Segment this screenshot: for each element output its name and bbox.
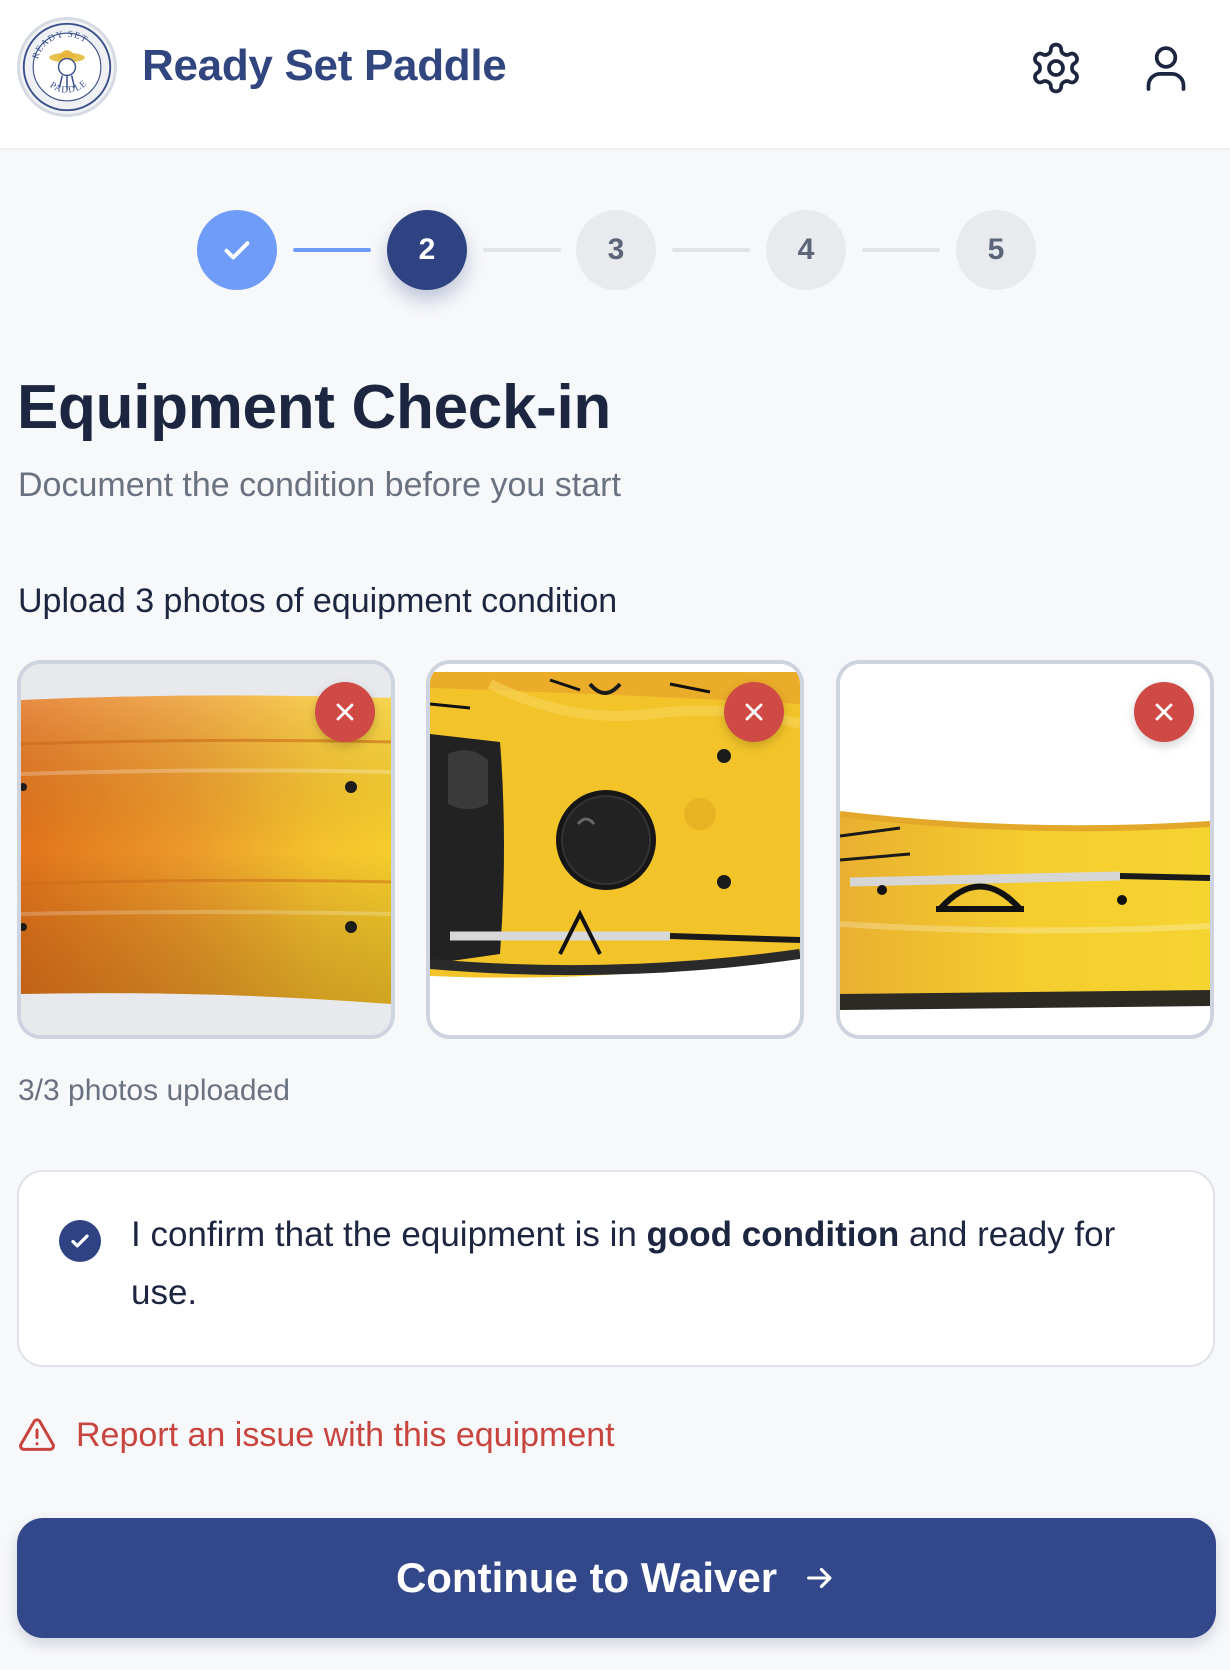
photo-thumbnail-2[interactable] [426,660,804,1039]
step-4: 4 [766,210,846,290]
remove-photo-button[interactable] [1134,682,1194,742]
gear-icon[interactable] [1028,40,1084,96]
app-header: READY SET PADDLE Ready Set Paddle [0,0,1230,150]
check-icon [224,241,250,260]
page-title: Equipment Check-in [17,373,611,442]
close-icon [745,703,763,721]
confirm-condition-card[interactable]: I confirm that the equipment is in good … [17,1170,1215,1367]
close-icon [336,703,354,721]
step-connector [483,248,561,252]
warning-icon [19,1418,55,1451]
step-5: 5 [956,210,1036,290]
step-connector [672,248,750,252]
step-connector [862,248,940,252]
report-issue-label: Report an issue with this equipment [76,1415,615,1454]
remove-photo-button[interactable] [724,682,784,742]
continue-to-waiver-button[interactable]: Continue to Waiver [17,1518,1216,1638]
photo-thumbnail-3[interactable] [836,660,1214,1039]
arrow-right-icon [807,1567,832,1589]
confirm-text-before: I confirm that the equipment is in [131,1215,647,1254]
confirm-text-bold: good condition [646,1215,900,1254]
brand-logo[interactable]: READY SET PADDLE [17,17,117,117]
step-2[interactable]: 2 [387,210,467,290]
page-subtitle: Document the condition before you start [18,466,621,504]
check-icon [71,1234,89,1248]
step-connector [293,248,371,252]
confirm-text: I confirm that the equipment is in good … [131,1206,1191,1322]
brand-name: Ready Set Paddle [142,41,507,90]
step-3: 3 [576,210,656,290]
user-icon[interactable] [1138,40,1194,96]
upload-count: 3/3 photos uploaded [18,1074,290,1107]
remove-photo-button[interactable] [315,682,375,742]
step-1[interactable] [197,210,277,290]
confirm-checkbox[interactable] [59,1220,101,1262]
report-issue-link[interactable]: Report an issue with this equipment [17,1410,615,1460]
continue-button-label: Continue to Waiver [395,1554,778,1601]
progress-stepper: 2 3 4 5 [0,208,1230,292]
close-icon [1155,703,1173,721]
photo-thumbnail-1[interactable] [17,660,395,1039]
upload-label: Upload 3 photos of equipment condition [18,582,618,620]
